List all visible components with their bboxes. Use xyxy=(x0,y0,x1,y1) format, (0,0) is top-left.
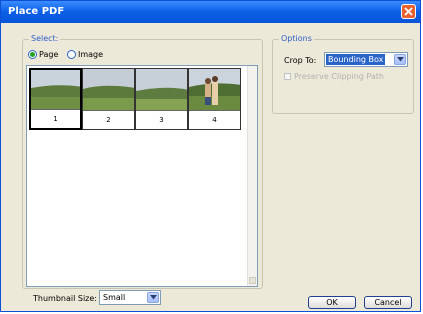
title-bar[interactable]: Place PDF xyxy=(1,1,420,23)
thumbnail-scrollbar[interactable] xyxy=(247,66,257,286)
cancel-button[interactable]: Cancel xyxy=(364,296,412,309)
radio-image[interactable]: Image xyxy=(67,50,103,59)
thumbnail-size-label: Thumbnail Size: xyxy=(33,294,97,303)
radio-image-label: Image xyxy=(78,50,104,59)
close-button[interactable] xyxy=(401,4,416,19)
thumbnail-size-select[interactable]: Small xyxy=(99,290,161,305)
thumbnail-image xyxy=(189,69,240,112)
thumbnail-list[interactable]: 1 2 3 4 xyxy=(26,65,258,287)
ok-button[interactable]: OK xyxy=(308,296,356,309)
crop-to-select[interactable]: Bounding Box xyxy=(324,52,408,67)
thumbnail-number: 2 xyxy=(83,110,134,129)
thumbnail-size-value: Small xyxy=(103,293,126,302)
preserve-clipping-path-checkbox[interactable]: Preserve Clipping Path xyxy=(284,72,384,81)
place-pdf-dialog: Place PDF Select: Page Image 1 2 3 4 Thu… xyxy=(0,0,421,312)
thumbnail-page-1[interactable]: 1 xyxy=(29,68,82,130)
close-icon xyxy=(404,7,413,16)
crop-to-label: Crop To: xyxy=(284,56,317,65)
options-legend: Options xyxy=(279,34,314,43)
select-legend: Select: xyxy=(29,34,61,43)
radio-page-indicator[interactable] xyxy=(28,50,37,59)
dropdown-arrow-icon[interactable] xyxy=(147,292,159,303)
thumbnail-number: 1 xyxy=(31,109,80,128)
thumbnail-image xyxy=(136,69,187,112)
thumbnail-page-2[interactable]: 2 xyxy=(82,68,135,130)
thumbnail-page-4[interactable]: 4 xyxy=(188,68,241,130)
window-title: Place PDF xyxy=(8,6,65,17)
thumbnail-image xyxy=(31,70,80,113)
crop-to-value: Bounding Box xyxy=(326,54,386,65)
thumbnail-number: 3 xyxy=(136,110,187,129)
radio-page[interactable]: Page xyxy=(28,50,58,59)
thumbnail-image xyxy=(83,69,134,112)
checkbox-box[interactable] xyxy=(284,73,291,80)
dropdown-arrow-icon[interactable] xyxy=(394,54,406,65)
thumbnail-number: 4 xyxy=(189,110,240,129)
radio-image-indicator[interactable] xyxy=(67,50,76,59)
radio-page-label: Page xyxy=(39,50,59,59)
preserve-clipping-path-label: Preserve Clipping Path xyxy=(294,72,384,81)
scroll-down-icon[interactable] xyxy=(249,277,256,284)
thumbnail-page-3[interactable]: 3 xyxy=(135,68,188,130)
